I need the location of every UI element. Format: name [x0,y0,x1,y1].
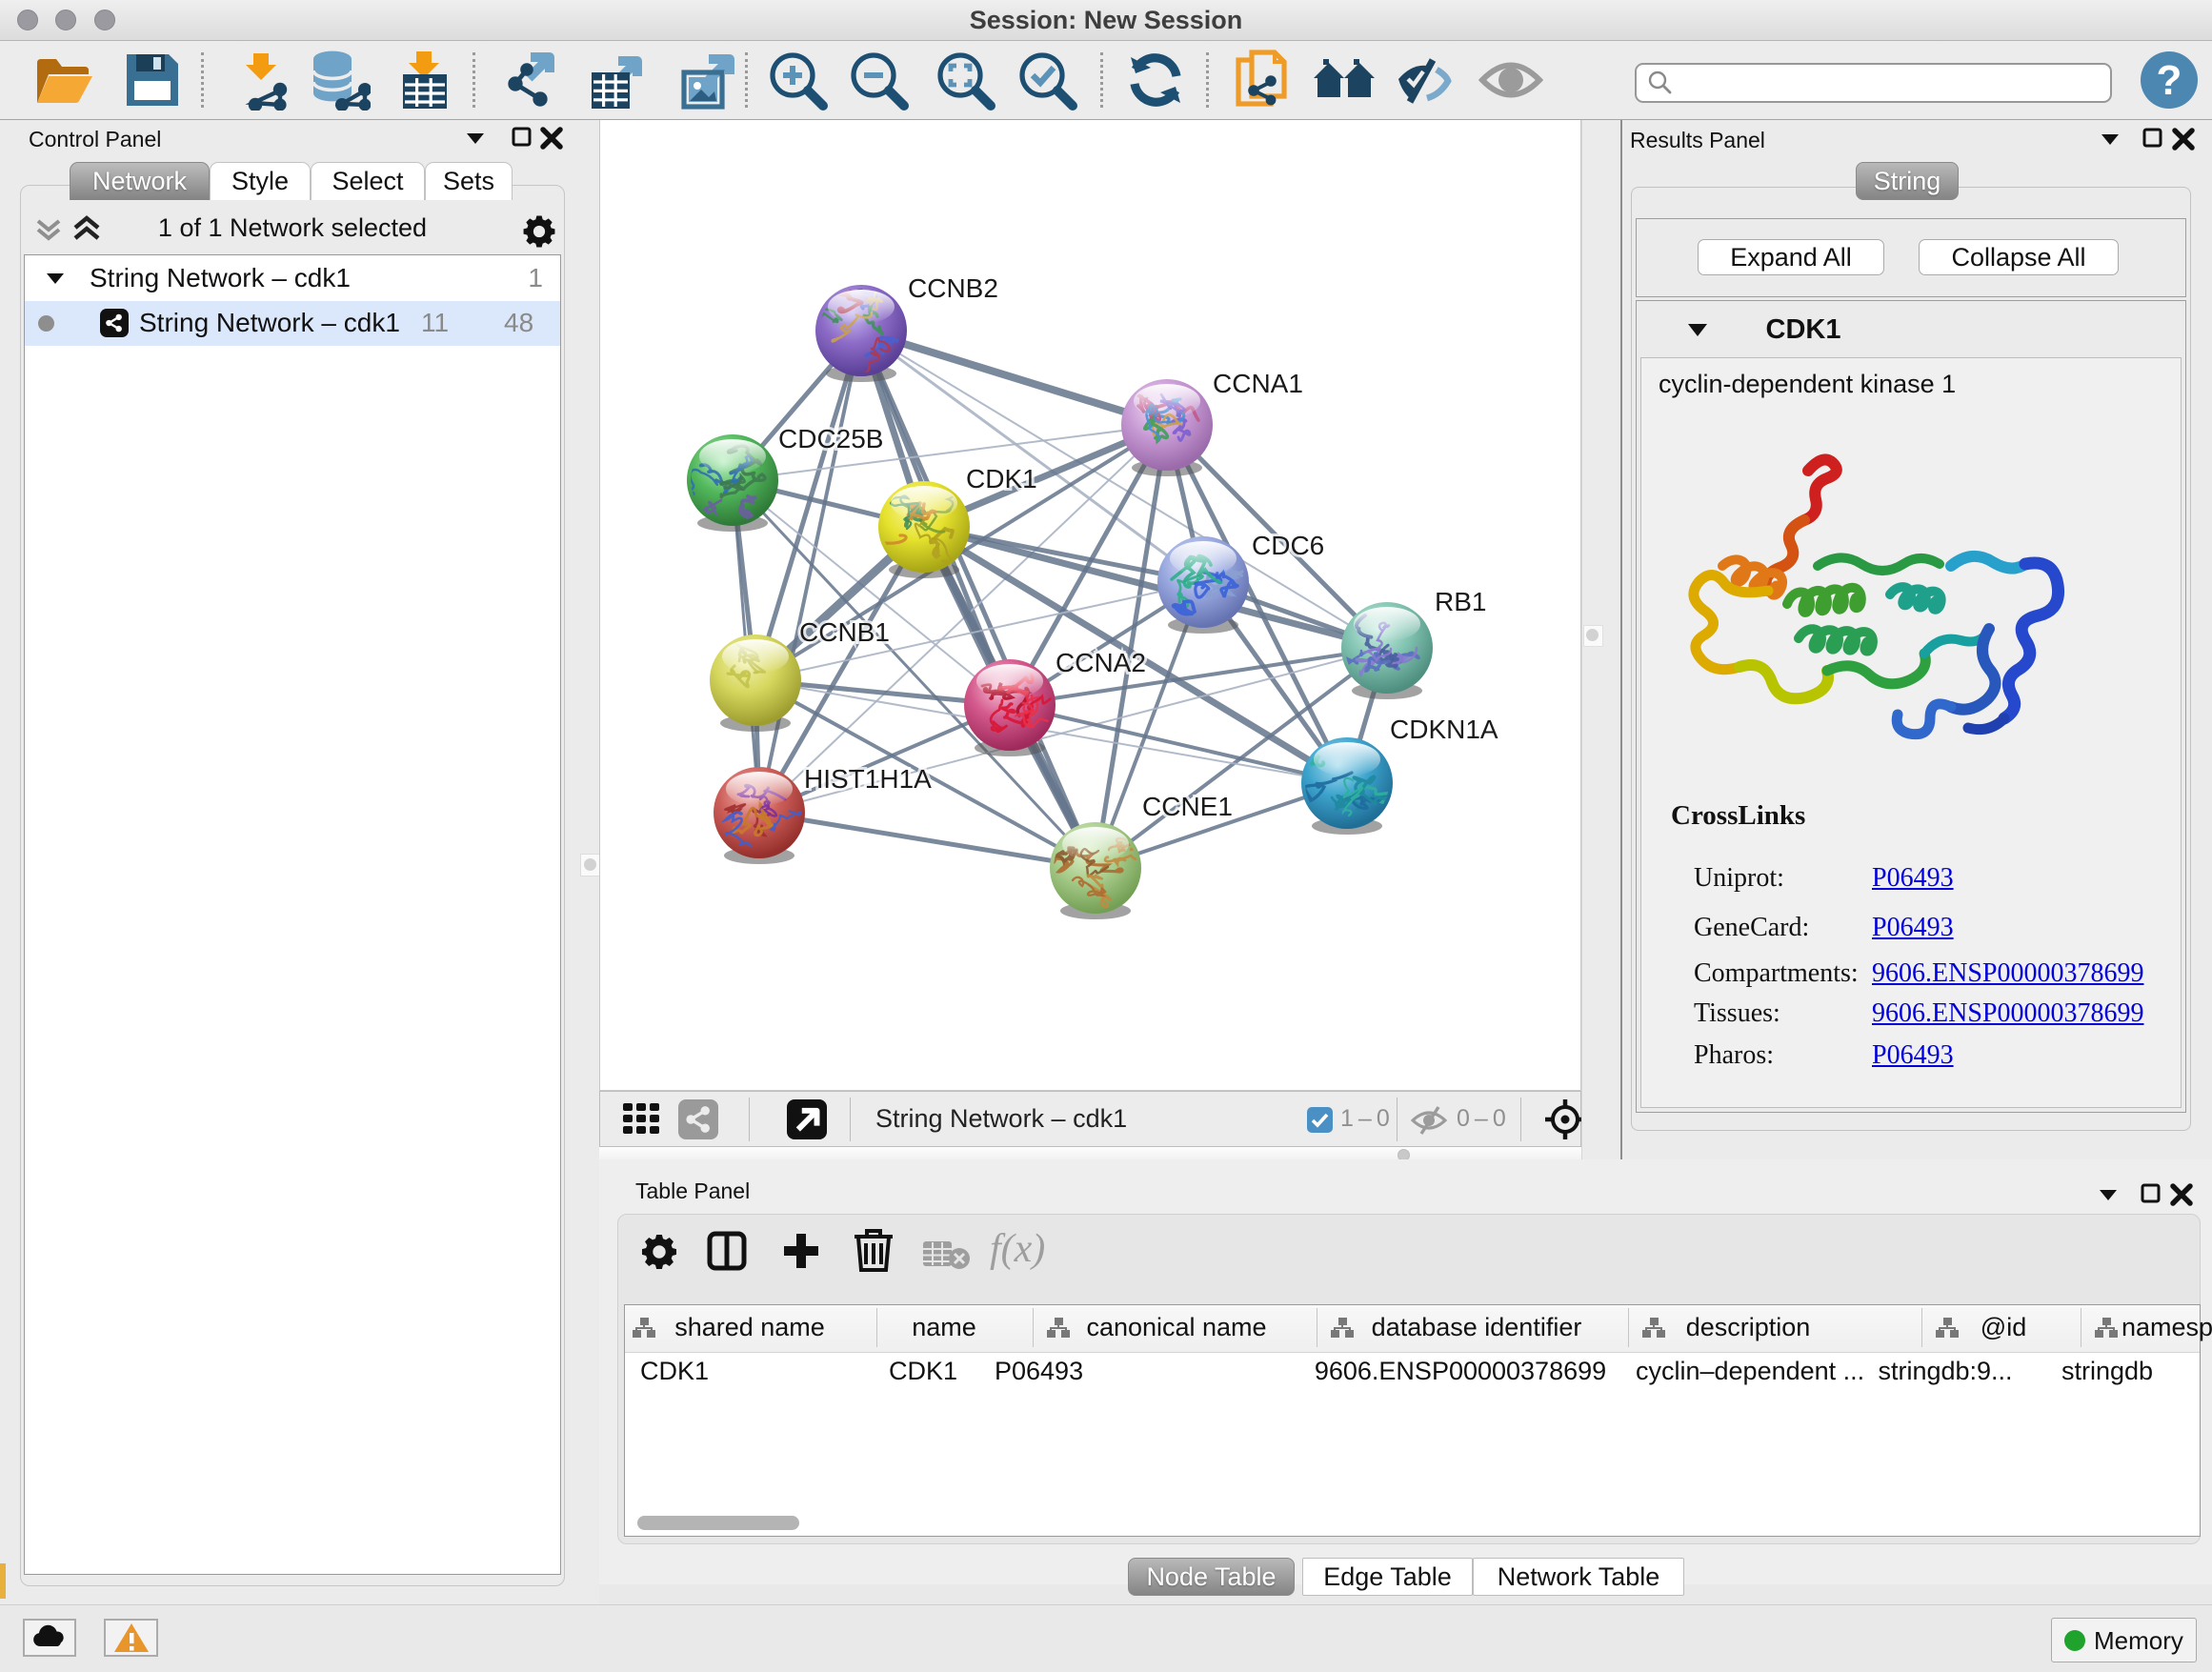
svg-text:CCNB1: CCNB1 [799,617,890,647]
svg-text:CDC25B: CDC25B [778,424,883,453]
svg-text:CDK1: CDK1 [966,464,1037,494]
svg-text:CCNA1: CCNA1 [1213,369,1303,398]
svg-text:CDC6: CDC6 [1252,531,1324,560]
svg-text:CCNB2: CCNB2 [908,273,998,303]
svg-text:RB1: RB1 [1435,587,1486,616]
svg-text:CCNA2: CCNA2 [1056,648,1146,677]
svg-text:HIST1H1A: HIST1H1A [804,764,932,794]
svg-text:CDKN1A: CDKN1A [1390,715,1498,744]
svg-text:?: ? [2157,57,2182,104]
svg-text:CCNE1: CCNE1 [1142,792,1233,821]
